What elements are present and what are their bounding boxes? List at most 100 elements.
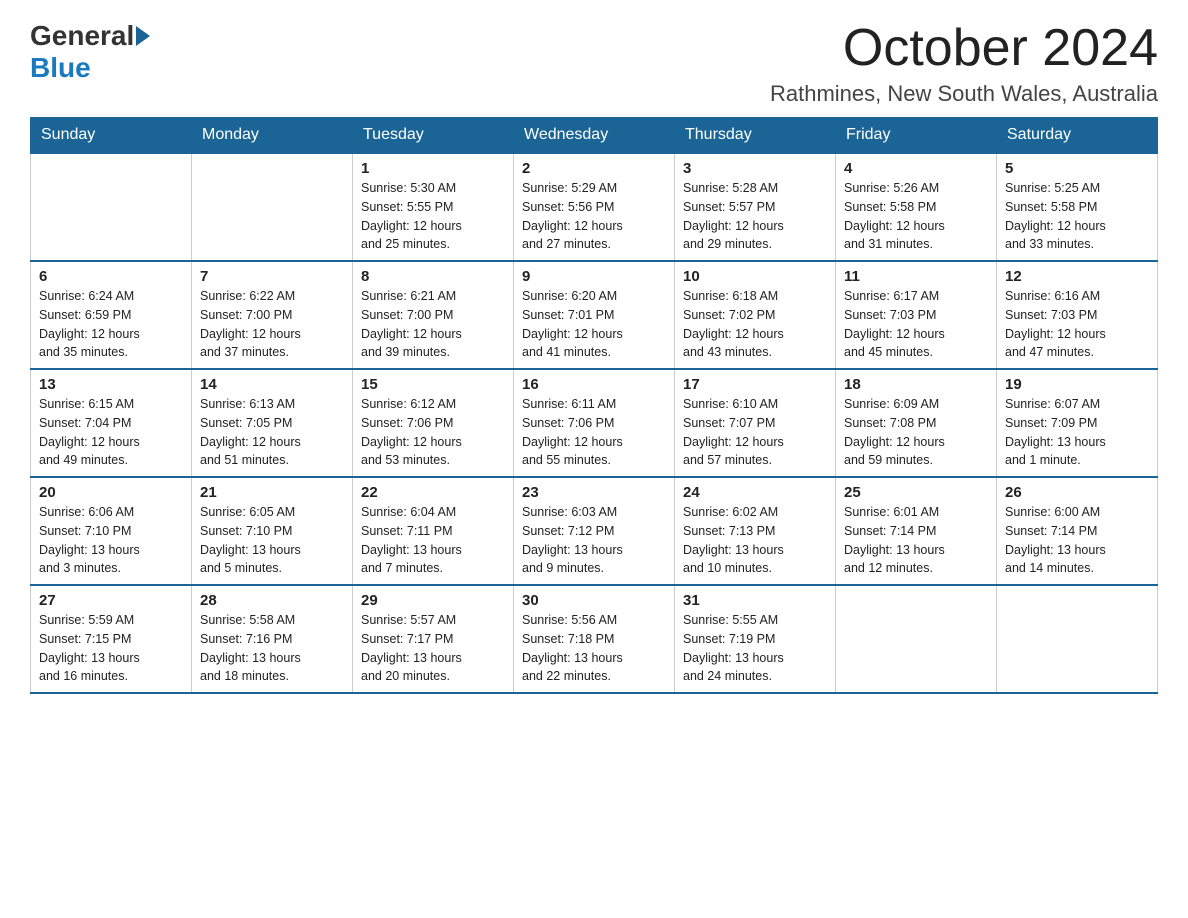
day-info: Sunrise: 6:22 AM Sunset: 7:00 PM Dayligh… <box>200 287 344 362</box>
calendar-header-monday: Monday <box>192 118 353 154</box>
day-number: 2 <box>522 160 666 177</box>
calendar-cell: 18 Sunrise: 6:09 AM Sunset: 7:08 PM Dayli… <box>836 369 997 477</box>
day-info: Sunrise: 6:09 AM Sunset: 7:08 PM Dayligh… <box>844 395 988 470</box>
day-number: 14 <box>200 376 344 393</box>
day-info: Sunrise: 6:03 AM Sunset: 7:12 PM Dayligh… <box>522 503 666 578</box>
day-info: Sunrise: 5:55 AM Sunset: 7:19 PM Dayligh… <box>683 611 827 686</box>
day-number: 26 <box>1005 484 1149 501</box>
day-number: 4 <box>844 160 988 177</box>
day-number: 31 <box>683 592 827 609</box>
calendar-week-row: 20Sunrise: 6:06 AM Sunset: 7:10 PM Dayli… <box>31 477 1158 585</box>
day-info: Sunrise: 6:21 AM Sunset: 7:00 PM Dayligh… <box>361 287 505 362</box>
calendar-cell: 25 Sunrise: 6:01 AM Sunset: 7:14 PM Dayli… <box>836 477 997 585</box>
calendar-header-saturday: Saturday <box>997 118 1158 154</box>
day-number: 13 <box>39 376 183 393</box>
calendar-cell: 6Sunrise: 6:24 AM Sunset: 6:59 PM Daylig… <box>31 261 192 369</box>
day-number: 29 <box>361 592 505 609</box>
calendar-cell: 1 Sunrise: 5:30 AM Sunset: 5:55 PM Daylig… <box>353 153 514 261</box>
day-info: Sunrise: 6:06 AM Sunset: 7:10 PM Dayligh… <box>39 503 183 578</box>
day-info: Sunrise: 6:16 AM Sunset: 7:03 PM Dayligh… <box>1005 287 1149 362</box>
day-number: 5 <box>1005 160 1149 177</box>
calendar-cell <box>997 585 1158 693</box>
day-number: 19 <box>1005 376 1149 393</box>
location-subtitle: Rathmines, New South Wales, Australia <box>770 81 1158 107</box>
calendar-cell: 2 Sunrise: 5:29 AM Sunset: 5:56 PM Daylig… <box>514 153 675 261</box>
day-info: Sunrise: 5:28 AM Sunset: 5:57 PM Dayligh… <box>683 179 827 254</box>
day-number: 18 <box>844 376 988 393</box>
day-number: 7 <box>200 268 344 285</box>
day-info: Sunrise: 5:26 AM Sunset: 5:58 PM Dayligh… <box>844 179 988 254</box>
calendar-cell: 13 Sunrise: 6:15 AM Sunset: 7:04 PM Dayli… <box>31 369 192 477</box>
day-number: 24 <box>683 484 827 501</box>
calendar-week-row: 13 Sunrise: 6:15 AM Sunset: 7:04 PM Dayli… <box>31 369 1158 477</box>
day-number: 21 <box>200 484 344 501</box>
calendar-cell: 20Sunrise: 6:06 AM Sunset: 7:10 PM Dayli… <box>31 477 192 585</box>
day-info: Sunrise: 6:07 AM Sunset: 7:09 PM Dayligh… <box>1005 395 1149 470</box>
calendar-cell: 5 Sunrise: 5:25 AM Sunset: 5:58 PM Daylig… <box>997 153 1158 261</box>
day-info: Sunrise: 5:59 AM Sunset: 7:15 PM Dayligh… <box>39 611 183 686</box>
calendar-cell: 31 Sunrise: 5:55 AM Sunset: 7:19 PM Dayli… <box>675 585 836 693</box>
day-number: 1 <box>361 160 505 177</box>
day-number: 23 <box>522 484 666 501</box>
day-number: 17 <box>683 376 827 393</box>
day-info: Sunrise: 6:18 AM Sunset: 7:02 PM Dayligh… <box>683 287 827 362</box>
day-info: Sunrise: 6:15 AM Sunset: 7:04 PM Dayligh… <box>39 395 183 470</box>
calendar-cell: 10 Sunrise: 6:18 AM Sunset: 7:02 PM Dayli… <box>675 261 836 369</box>
calendar-cell: 24 Sunrise: 6:02 AM Sunset: 7:13 PM Dayli… <box>675 477 836 585</box>
day-number: 25 <box>844 484 988 501</box>
calendar-week-row: 6Sunrise: 6:24 AM Sunset: 6:59 PM Daylig… <box>31 261 1158 369</box>
day-number: 3 <box>683 160 827 177</box>
calendar-header-tuesday: Tuesday <box>353 118 514 154</box>
day-number: 10 <box>683 268 827 285</box>
calendar-cell: 3 Sunrise: 5:28 AM Sunset: 5:57 PM Daylig… <box>675 153 836 261</box>
logo: General Blue <box>30 20 152 84</box>
day-number: 9 <box>522 268 666 285</box>
calendar-week-row: 1 Sunrise: 5:30 AM Sunset: 5:55 PM Daylig… <box>31 153 1158 261</box>
calendar-cell: 22Sunrise: 6:04 AM Sunset: 7:11 PM Dayli… <box>353 477 514 585</box>
calendar-cell: 15Sunrise: 6:12 AM Sunset: 7:06 PM Dayli… <box>353 369 514 477</box>
day-info: Sunrise: 6:11 AM Sunset: 7:06 PM Dayligh… <box>522 395 666 470</box>
calendar-cell: 11 Sunrise: 6:17 AM Sunset: 7:03 PM Dayli… <box>836 261 997 369</box>
calendar-cell: 28Sunrise: 5:58 AM Sunset: 7:16 PM Dayli… <box>192 585 353 693</box>
day-info: Sunrise: 5:29 AM Sunset: 5:56 PM Dayligh… <box>522 179 666 254</box>
calendar-cell: 21 Sunrise: 6:05 AM Sunset: 7:10 PM Dayli… <box>192 477 353 585</box>
calendar-cell: 16 Sunrise: 6:11 AM Sunset: 7:06 PM Dayli… <box>514 369 675 477</box>
calendar-header-row: SundayMondayTuesdayWednesdayThursdayFrid… <box>31 118 1158 154</box>
day-number: 16 <box>522 376 666 393</box>
day-info: Sunrise: 6:02 AM Sunset: 7:13 PM Dayligh… <box>683 503 827 578</box>
day-info: Sunrise: 6:04 AM Sunset: 7:11 PM Dayligh… <box>361 503 505 578</box>
day-info: Sunrise: 5:58 AM Sunset: 7:16 PM Dayligh… <box>200 611 344 686</box>
page-header: General Blue October 2024 Rathmines, New… <box>30 20 1158 107</box>
calendar-cell: 12Sunrise: 6:16 AM Sunset: 7:03 PM Dayli… <box>997 261 1158 369</box>
calendar-cell: 4 Sunrise: 5:26 AM Sunset: 5:58 PM Daylig… <box>836 153 997 261</box>
calendar-cell: 30Sunrise: 5:56 AM Sunset: 7:18 PM Dayli… <box>514 585 675 693</box>
day-info: Sunrise: 5:57 AM Sunset: 7:17 PM Dayligh… <box>361 611 505 686</box>
calendar-cell: 27Sunrise: 5:59 AM Sunset: 7:15 PM Dayli… <box>31 585 192 693</box>
day-info: Sunrise: 6:00 AM Sunset: 7:14 PM Dayligh… <box>1005 503 1149 578</box>
calendar-cell: 7 Sunrise: 6:22 AM Sunset: 7:00 PM Daylig… <box>192 261 353 369</box>
calendar-header-sunday: Sunday <box>31 118 192 154</box>
day-info: Sunrise: 6:17 AM Sunset: 7:03 PM Dayligh… <box>844 287 988 362</box>
month-title: October 2024 <box>770 20 1158 77</box>
calendar-header-thursday: Thursday <box>675 118 836 154</box>
day-info: Sunrise: 6:24 AM Sunset: 6:59 PM Dayligh… <box>39 287 183 362</box>
title-area: October 2024 Rathmines, New South Wales,… <box>770 20 1158 107</box>
calendar-header-wednesday: Wednesday <box>514 118 675 154</box>
day-info: Sunrise: 5:56 AM Sunset: 7:18 PM Dayligh… <box>522 611 666 686</box>
logo-blue-text: Blue <box>30 52 91 84</box>
calendar-cell: 23 Sunrise: 6:03 AM Sunset: 7:12 PM Dayli… <box>514 477 675 585</box>
calendar-cell: 14 Sunrise: 6:13 AM Sunset: 7:05 PM Dayli… <box>192 369 353 477</box>
calendar-table: SundayMondayTuesdayWednesdayThursdayFrid… <box>30 117 1158 694</box>
calendar-cell <box>192 153 353 261</box>
day-info: Sunrise: 6:01 AM Sunset: 7:14 PM Dayligh… <box>844 503 988 578</box>
day-info: Sunrise: 5:25 AM Sunset: 5:58 PM Dayligh… <box>1005 179 1149 254</box>
day-info: Sunrise: 6:05 AM Sunset: 7:10 PM Dayligh… <box>200 503 344 578</box>
calendar-cell: 26 Sunrise: 6:00 AM Sunset: 7:14 PM Dayli… <box>997 477 1158 585</box>
day-info: Sunrise: 5:30 AM Sunset: 5:55 PM Dayligh… <box>361 179 505 254</box>
day-number: 11 <box>844 268 988 285</box>
day-info: Sunrise: 6:13 AM Sunset: 7:05 PM Dayligh… <box>200 395 344 470</box>
day-info: Sunrise: 6:10 AM Sunset: 7:07 PM Dayligh… <box>683 395 827 470</box>
calendar-cell: 8Sunrise: 6:21 AM Sunset: 7:00 PM Daylig… <box>353 261 514 369</box>
calendar-cell: 19 Sunrise: 6:07 AM Sunset: 7:09 PM Dayli… <box>997 369 1158 477</box>
calendar-header-friday: Friday <box>836 118 997 154</box>
